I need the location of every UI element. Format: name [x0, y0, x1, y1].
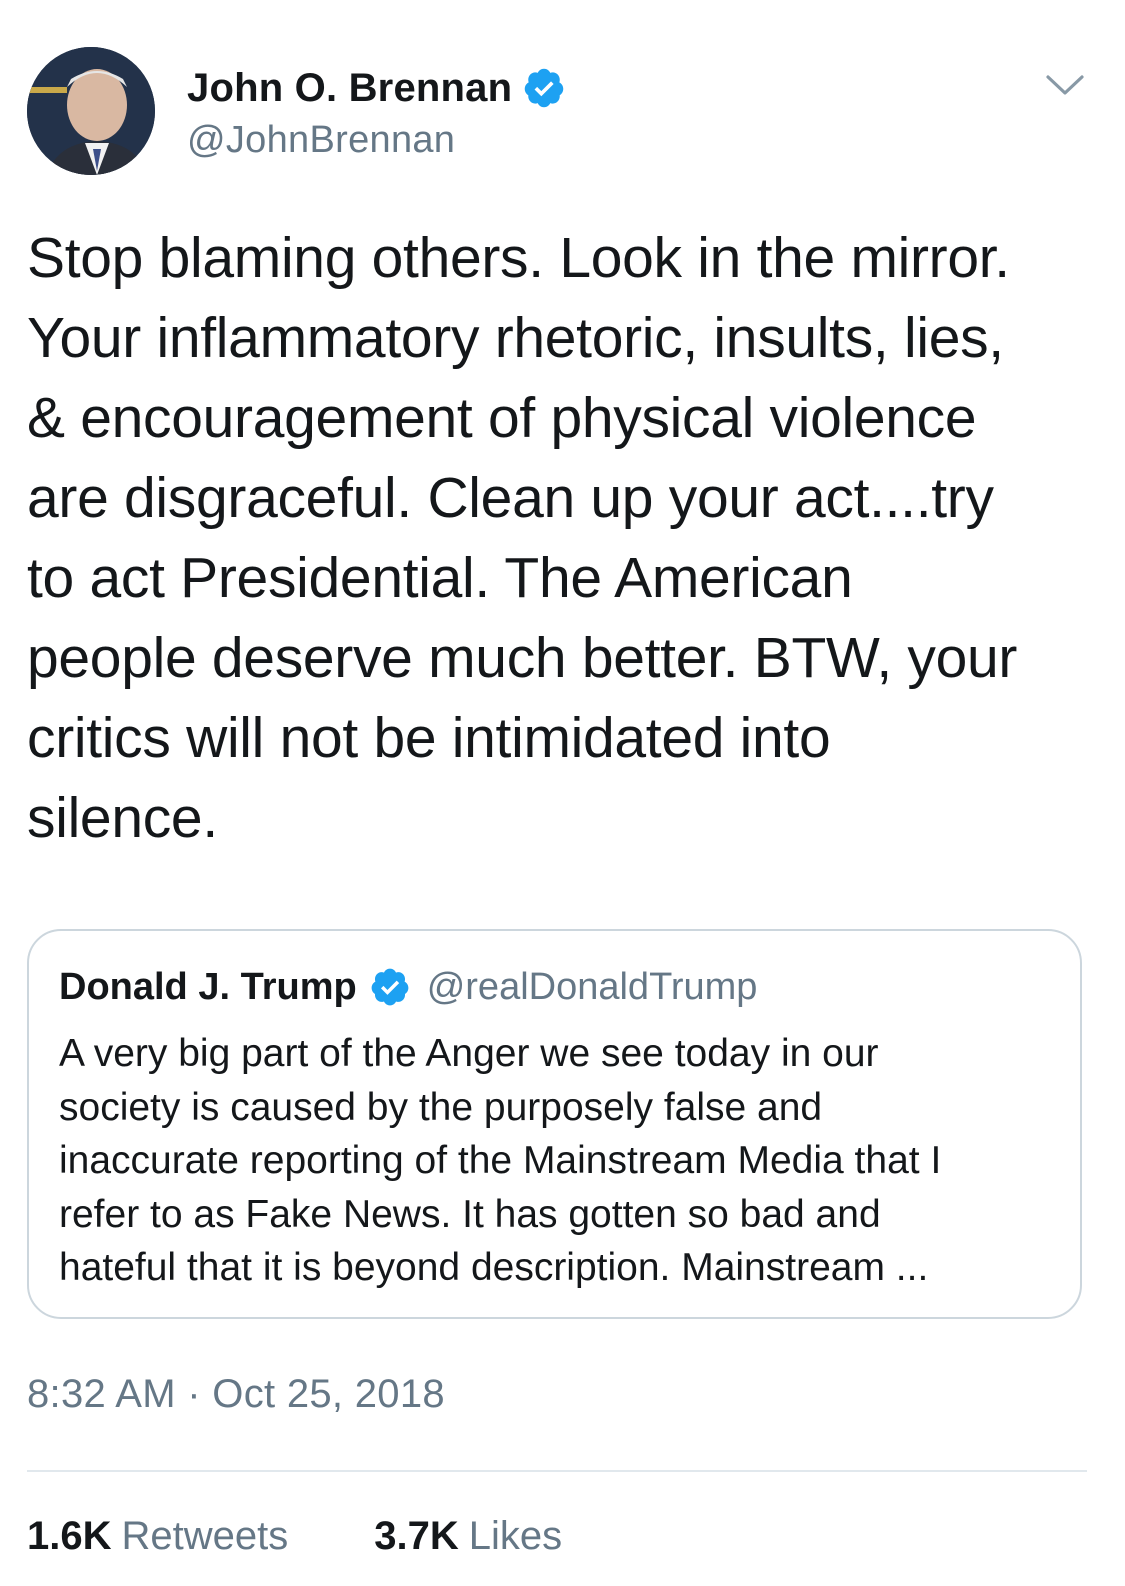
tweet-header: John O. Brennan @JohnBrennan	[27, 47, 1087, 177]
likes-count: 3.7K	[374, 1514, 459, 1558]
quoted-tweet-card[interactable]: Donald J. Trump @realDonaldTrump A very …	[27, 929, 1082, 1319]
quoted-tweet-text: A very big part of the Anger we see toda…	[59, 1032, 942, 1289]
retweets-label: Retweets	[121, 1514, 289, 1558]
verified-badge-icon	[524, 68, 564, 108]
retweets-stat[interactable]: 1.6K Retweets	[27, 1514, 288, 1559]
tweet-stats: 1.6K Retweets 3.7K Likes	[27, 1514, 648, 1559]
tweet-text: Stop blaming others. Look in the mirror.…	[27, 226, 1018, 850]
verified-badge-icon	[371, 968, 409, 1006]
quoted-author-display-name: Donald J. Trump	[59, 965, 357, 1008]
divider	[27, 1470, 1087, 1472]
tweet-timestamp: 8:32 AM · Oct 25, 2018	[27, 1372, 445, 1416]
chevron-down-icon[interactable]	[1045, 71, 1085, 99]
likes-stat[interactable]: 3.7K Likes	[374, 1514, 562, 1559]
avatar[interactable]	[27, 47, 155, 175]
author-handle[interactable]: @JohnBrennan	[187, 119, 566, 162]
quoted-author-handle: @realDonaldTrump	[426, 965, 758, 1008]
likes-label: Likes	[468, 1514, 563, 1558]
profile-photo	[27, 47, 155, 175]
author-display-name[interactable]: John O. Brennan	[187, 66, 512, 111]
retweets-count: 1.6K	[27, 1514, 112, 1558]
